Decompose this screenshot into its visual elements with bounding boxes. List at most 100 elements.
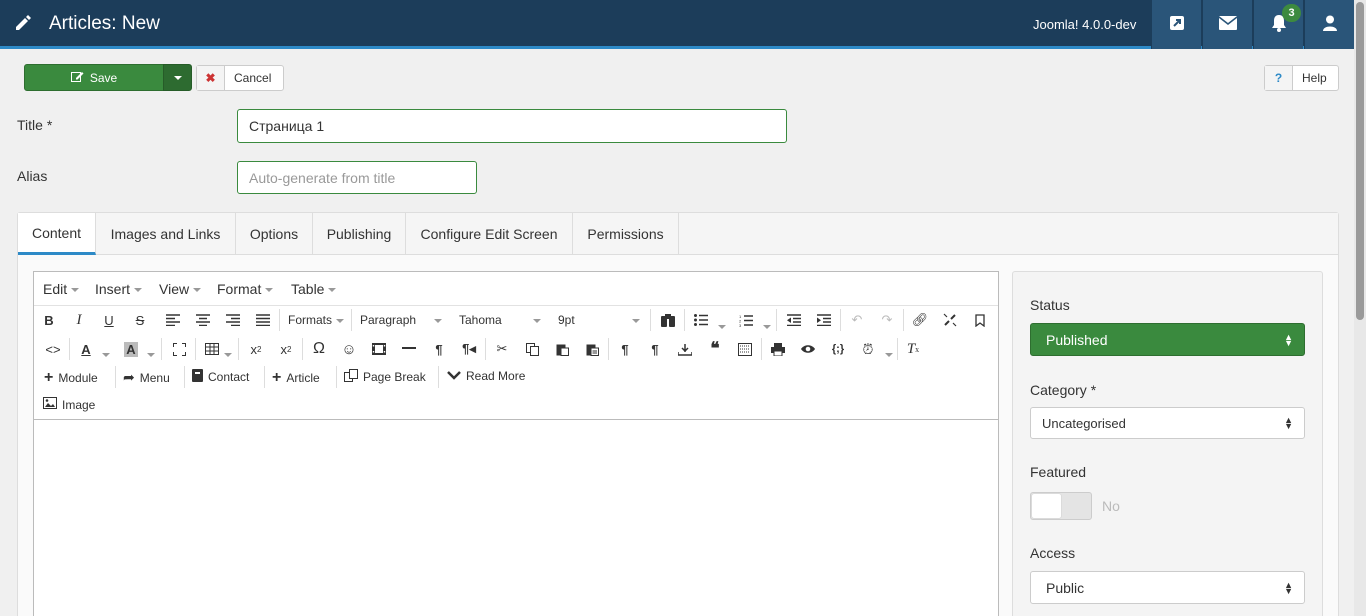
- align-left-icon[interactable]: [162, 309, 184, 331]
- font-size-dropdown[interactable]: 9pt: [558, 313, 640, 327]
- print-icon[interactable]: [767, 338, 789, 360]
- insert-upload-icon[interactable]: [674, 338, 696, 360]
- block-format-dropdown[interactable]: Paragraph: [360, 313, 442, 327]
- caret-down-icon[interactable]: [147, 346, 155, 362]
- caret-down-icon[interactable]: [224, 346, 232, 362]
- featured-toggle[interactable]: [1030, 492, 1092, 520]
- caret-down-icon[interactable]: [763, 318, 771, 334]
- save-dropdown-toggle[interactable]: [163, 64, 192, 91]
- blockquote-icon[interactable]: ❝: [704, 338, 726, 360]
- tab-publishing[interactable]: Publishing: [313, 213, 406, 255]
- tab-configure-edit-screen[interactable]: Configure Edit Screen: [406, 213, 573, 255]
- align-center-icon[interactable]: [192, 309, 214, 331]
- preview-icon[interactable]: [797, 338, 819, 360]
- special-character-icon[interactable]: Ω: [308, 338, 330, 360]
- bold-icon[interactable]: B: [38, 309, 60, 331]
- formats-dropdown[interactable]: Formats: [288, 313, 345, 327]
- toolbar-separator: [650, 309, 651, 331]
- subscript-icon[interactable]: x2: [245, 338, 267, 360]
- strikethrough-icon[interactable]: S: [129, 309, 151, 331]
- tab-permissions[interactable]: Permissions: [573, 213, 679, 255]
- user-menu-button[interactable]: [1304, 0, 1354, 49]
- insert-datetime-icon[interactable]: ⏰︎: [857, 338, 879, 360]
- user-icon: [1322, 15, 1337, 34]
- copy-icon[interactable]: [521, 338, 543, 360]
- font-family-dropdown[interactable]: Tahoma: [459, 313, 541, 327]
- select-arrows-icon: ▲ ▼: [1284, 579, 1293, 596]
- caret-down-icon[interactable]: [885, 346, 893, 362]
- italic-icon[interactable]: I: [68, 309, 90, 331]
- messages-button[interactable]: [1202, 0, 1252, 49]
- copy-icon: [344, 369, 358, 385]
- title-input[interactable]: Страница 1: [237, 109, 787, 143]
- paste-text-icon[interactable]: [581, 338, 603, 360]
- link-icon[interactable]: 🔗︎: [909, 309, 931, 331]
- align-justify-icon[interactable]: [252, 309, 274, 331]
- rtl-icon[interactable]: ¶◂: [458, 338, 480, 360]
- menu-format[interactable]: Format: [217, 281, 274, 297]
- menu-table[interactable]: Table: [291, 281, 337, 297]
- save-button[interactable]: Save: [24, 64, 164, 91]
- source-code-icon[interactable]: <>: [42, 338, 64, 360]
- insert-image-button[interactable]: Image: [43, 397, 95, 412]
- horizontal-rule-icon[interactable]: [398, 338, 420, 360]
- paste-icon[interactable]: [551, 338, 573, 360]
- insert-article-button[interactable]: + Article: [272, 369, 320, 387]
- indent-icon[interactable]: [813, 309, 835, 331]
- visual-chars-icon[interactable]: ¶: [644, 338, 666, 360]
- caret-down-icon[interactable]: [718, 318, 726, 334]
- redo-icon[interactable]: ↷: [876, 309, 898, 331]
- underline-icon[interactable]: U: [98, 309, 120, 331]
- find-replace-icon[interactable]: [657, 309, 679, 331]
- unlink-icon[interactable]: [939, 309, 961, 331]
- editor-content-area[interactable]: [34, 419, 998, 616]
- alias-input[interactable]: Auto-generate from title: [237, 161, 477, 194]
- ltr-icon[interactable]: ¶: [428, 338, 450, 360]
- menu-insert[interactable]: Insert: [95, 281, 143, 297]
- superscript-icon[interactable]: x2: [275, 338, 297, 360]
- outdent-icon[interactable]: [783, 309, 805, 331]
- bookmark-icon[interactable]: [969, 309, 991, 331]
- access-select[interactable]: Public ▲ ▼: [1030, 571, 1305, 604]
- page-scrollbar[interactable]: [1354, 0, 1366, 616]
- tab-images-and-links[interactable]: Images and Links: [96, 213, 236, 255]
- insert-module-button[interactable]: + Module: [44, 369, 98, 387]
- fullscreen-icon[interactable]: [168, 338, 190, 360]
- text-color-icon[interactable]: A: [75, 338, 97, 360]
- cut-icon[interactable]: ✂: [491, 338, 513, 360]
- help-button[interactable]: ? Help: [1264, 65, 1339, 91]
- cancel-button[interactable]: ✖ Cancel: [196, 65, 284, 91]
- scrollbar-thumb[interactable]: [1356, 2, 1364, 320]
- bullet-list-icon[interactable]: [690, 309, 712, 331]
- table-icon[interactable]: [201, 338, 223, 360]
- toolbar-separator: [195, 338, 196, 360]
- insert-read-more-button[interactable]: Read More: [447, 369, 525, 383]
- caret-down-icon[interactable]: [102, 346, 110, 362]
- show-blocks-icon[interactable]: ¶: [614, 338, 636, 360]
- toolbar-separator: [336, 366, 337, 388]
- insert-menu-button[interactable]: ➦ Menu: [123, 369, 170, 386]
- category-select[interactable]: Uncategorised ▲ ▼: [1030, 407, 1305, 439]
- plus-icon: +: [44, 369, 54, 386]
- menu-edit[interactable]: Edit: [43, 281, 80, 297]
- code-sample-icon[interactable]: {;}: [827, 338, 849, 360]
- template-icon[interactable]: [734, 338, 756, 360]
- clear-formatting-icon[interactable]: Tx: [902, 338, 924, 360]
- view-site-button[interactable]: [1151, 0, 1201, 49]
- insert-page-break-button[interactable]: Page Break: [344, 369, 426, 385]
- tab-options[interactable]: Options: [236, 213, 313, 255]
- toolbar-separator: [840, 309, 841, 331]
- media-icon[interactable]: [368, 338, 390, 360]
- undo-icon[interactable]: ↶: [846, 309, 868, 331]
- toolbar-separator: [438, 366, 439, 388]
- tab-content[interactable]: Content: [18, 213, 96, 255]
- insert-contact-button[interactable]: Contact: [192, 369, 249, 385]
- toggle-knob: [1032, 494, 1061, 518]
- emoticons-icon[interactable]: ☺: [338, 338, 360, 360]
- background-color-icon[interactable]: A: [120, 338, 142, 360]
- menu-view[interactable]: View: [159, 281, 202, 297]
- numbered-list-icon[interactable]: 123: [735, 309, 757, 331]
- featured-label: Featured: [1030, 464, 1087, 480]
- status-select[interactable]: Published ▲ ▼: [1030, 323, 1305, 356]
- align-right-icon[interactable]: [222, 309, 244, 331]
